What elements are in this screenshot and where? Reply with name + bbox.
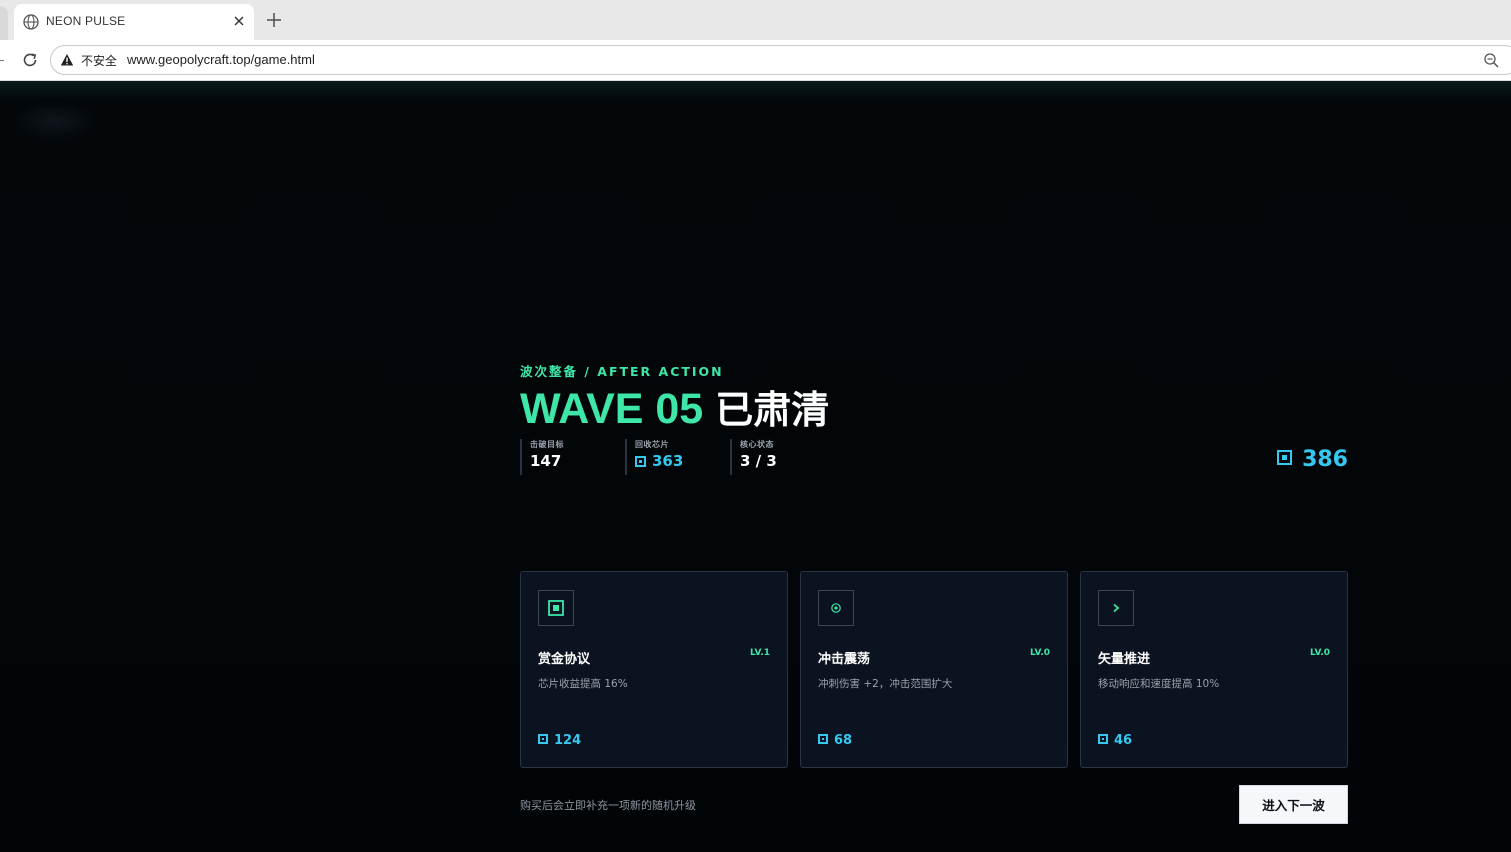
upgrade-name: 矢量推进 (1098, 652, 1151, 667)
upgrade-level: LV.0 (1310, 648, 1330, 658)
upgrade-description: 移动响应和速度提高 10% (1098, 678, 1220, 690)
upgrade-description: 冲刺伤害 +2，冲击范围扩大 (818, 678, 953, 690)
upgrade-card[interactable]: 矢量推进 LV.0 移动响应和速度提高 10% 46 (1080, 571, 1348, 768)
upgrade-card[interactable]: 赏金协议 LV.1 芯片收益提高 16% 124 (520, 571, 788, 768)
upgrade-level: LV.0 (1030, 648, 1050, 658)
upgrade-cost: 124 (538, 733, 581, 748)
chevron-right-icon (1098, 590, 1134, 626)
new-tab-icon[interactable] (264, 10, 284, 30)
chip-icon (538, 590, 574, 626)
security-label[interactable]: 不安全 (81, 52, 117, 69)
balance-value: 386 (1302, 447, 1348, 472)
upgrade-name: 冲击震荡 (818, 652, 871, 667)
globe-icon (23, 14, 39, 30)
url-text[interactable]: www.geopolycraft.top/game.html (127, 52, 315, 67)
previous-tab-edge[interactable] (0, 6, 8, 40)
upgrade-card[interactable]: 冲击震荡 LV.0 冲刺伤害 +2，冲击范围扩大 68 (800, 571, 1068, 768)
chip-icon (635, 456, 646, 467)
browser-tab[interactable]: NEON PULSE (14, 4, 254, 40)
stat-label: 回收芯片 (635, 440, 669, 449)
stat-targets: 击破目标 147 (520, 439, 625, 475)
chip-icon (538, 734, 548, 744)
next-wave-button[interactable]: 进入下一波 (1239, 785, 1348, 824)
panel-headline: WAVE 05 已肃清 (520, 379, 829, 435)
upgrade-cost: 46 (1098, 733, 1132, 748)
footnote: 购买后会立即补充一项新的随机升级 (520, 799, 696, 812)
stat-value: 147 (530, 452, 562, 470)
address-bar[interactable]: 不安全 www.geopolycraft.top/game.html (50, 45, 1511, 75)
chip-icon (1277, 450, 1293, 465)
wave-status: 已肃清 (715, 388, 830, 432)
back-button[interactable] (0, 60, 4, 61)
chip-icon (1098, 734, 1108, 744)
stat-chips: 回收芯片 363 (625, 439, 730, 475)
wave-label: WAVE 05 (520, 385, 704, 433)
browser-tab-bar: NEON PULSE (0, 0, 1511, 40)
shockwave-icon (818, 590, 854, 626)
close-icon[interactable] (232, 14, 246, 28)
stat-value: 363 (652, 452, 684, 470)
upgrade-level: LV.1 (750, 648, 770, 658)
chip-balance: 386 (1277, 447, 1348, 472)
stat-value: 3 / 3 (740, 452, 777, 470)
panel-eyebrow: 波次整备 / AFTER ACTION (520, 364, 724, 379)
zoom-icon[interactable] (1483, 52, 1500, 69)
upgrade-cost: 68 (818, 733, 852, 748)
game-viewport: 波次整备 / AFTER ACTION WAVE 05 已肃清 击破目标 147 … (0, 81, 1511, 852)
upgrade-name: 赏金协议 (538, 652, 591, 667)
stat-label: 击破目标 (530, 440, 564, 449)
reload-icon[interactable] (20, 50, 40, 70)
warning-icon[interactable] (60, 53, 74, 67)
stat-core: 核心状态 3 / 3 (730, 439, 835, 475)
chip-icon (818, 734, 828, 744)
tab-title: NEON PULSE (46, 14, 126, 28)
upgrade-description: 芯片收益提高 16% (538, 678, 628, 690)
after-action-panel: 波次整备 / AFTER ACTION WAVE 05 已肃清 击破目标 147 … (520, 361, 1348, 824)
browser-toolbar: 不安全 www.geopolycraft.top/game.html (0, 40, 1511, 81)
stat-label: 核心状态 (740, 440, 774, 449)
